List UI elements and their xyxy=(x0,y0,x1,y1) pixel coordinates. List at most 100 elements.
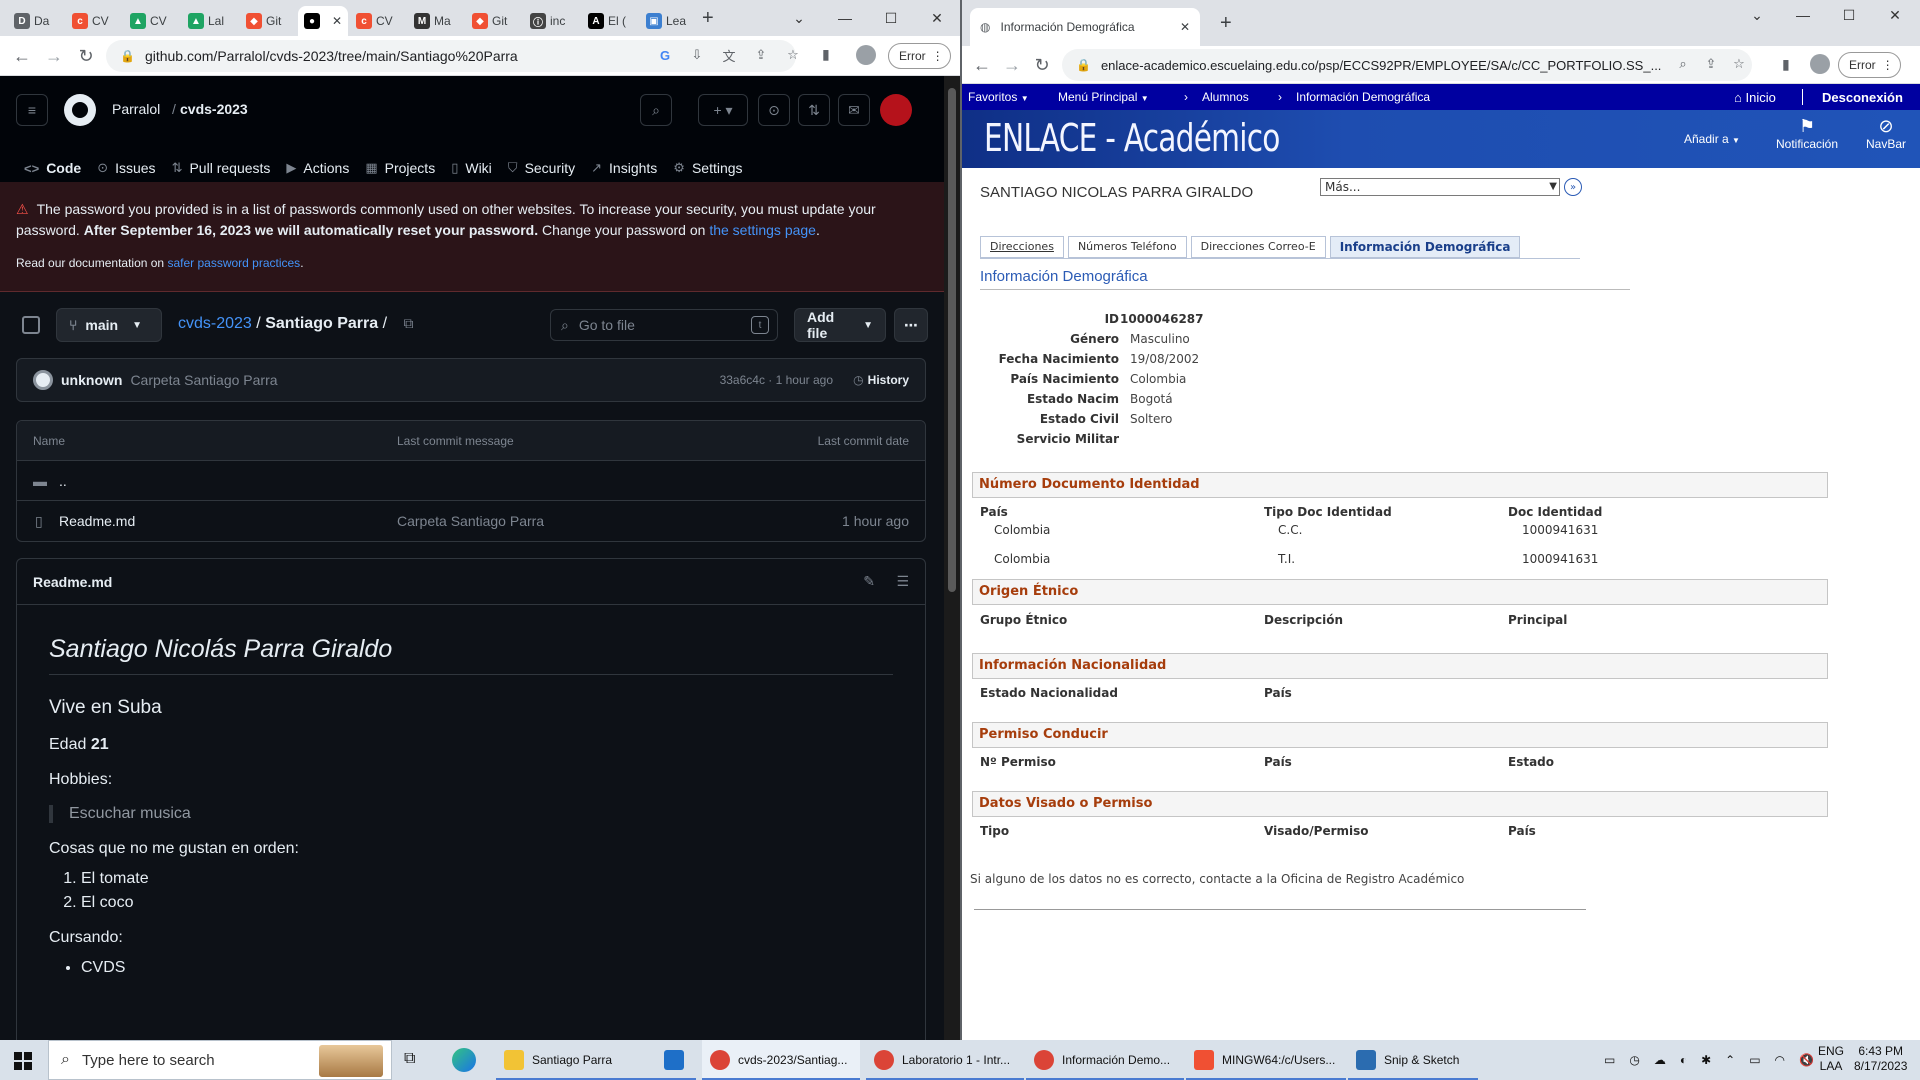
copy-path-icon[interactable]: ⧉ xyxy=(403,315,413,331)
profile-icon[interactable] xyxy=(1810,54,1830,74)
add-file-button[interactable]: Add file ▼ xyxy=(794,308,886,342)
table-row[interactable]: ▯ Readme.md Carpeta Santiago Parra 1 hou… xyxy=(17,501,925,541)
table-row[interactable]: ▬ .. xyxy=(17,461,925,501)
history-button[interactable]: ◷ History xyxy=(853,373,909,387)
browser-tab[interactable]: M Ma xyxy=(408,6,464,36)
tab-search-chevron-icon[interactable]: ⌄ xyxy=(1734,7,1780,24)
hidden-icons-chevron-icon[interactable]: ⌃ xyxy=(1725,1053,1735,1067)
share-icon[interactable]: ⇪ xyxy=(750,44,772,66)
side-panel-icon[interactable]: ▮ xyxy=(822,46,830,63)
translate-icon[interactable]: 文 xyxy=(718,44,740,66)
safer-password-link[interactable]: safer password practices xyxy=(167,256,300,270)
error-menu-button[interactable]: Error ⋮ xyxy=(1838,52,1901,78)
search-icon[interactable]: ⌕ xyxy=(1672,53,1694,75)
repo-name-link[interactable]: cvds-2023 xyxy=(180,101,248,117)
taskbar-chrome-enlace[interactable]: Información Demo... xyxy=(1026,1040,1184,1080)
share-icon[interactable]: ⇪ xyxy=(1700,53,1722,75)
google-icon[interactable]: G xyxy=(654,44,676,66)
browser-tab[interactable]: ▣ Lea xyxy=(640,6,696,36)
commit-sha-time[interactable]: 33a6c4c · 1 hour ago xyxy=(720,373,833,387)
tab-informacion-demografica[interactable]: Información Demográfica xyxy=(1329,236,1521,258)
page-scrollbar[interactable] xyxy=(944,76,960,1040)
tab-search-chevron-icon[interactable]: ⌄ xyxy=(776,10,822,27)
input-language[interactable]: ENG LAA xyxy=(1818,1044,1844,1074)
bookmark-star-icon[interactable]: ☆ xyxy=(782,44,804,66)
more-options-button[interactable]: ⋯ xyxy=(894,308,928,342)
settings-page-link[interactable]: the settings page xyxy=(709,222,816,238)
favoritos-menu[interactable]: Favoritos ▼ xyxy=(968,90,1029,104)
clock[interactable]: 6:43 PM 8/17/2023 xyxy=(1854,1044,1907,1074)
browser-tab[interactable]: ◆ Git xyxy=(240,6,296,36)
volume-muted-icon[interactable]: 🔇 xyxy=(1799,1053,1814,1067)
browser-tab[interactable]: ▲ Lal xyxy=(182,6,238,36)
task-view-icon[interactable]: ⧉ xyxy=(404,1050,415,1068)
close-window-icon[interactable]: ✕ xyxy=(914,10,960,27)
side-panel-icon[interactable]: ▮ xyxy=(1782,56,1790,73)
close-window-icon[interactable]: ✕ xyxy=(1872,7,1918,24)
install-icon[interactable]: ⇩ xyxy=(686,44,708,66)
sidebar-toggle-icon[interactable] xyxy=(22,316,40,334)
edge-icon[interactable] xyxy=(452,1048,476,1072)
issues-icon[interactable]: ⊙ xyxy=(758,94,790,126)
back-arrow-icon[interactable]: ← xyxy=(970,53,994,77)
menu-principal-menu[interactable]: Menú Principal ▼ xyxy=(1058,90,1149,104)
desconexion-link[interactable]: Desconexión xyxy=(1822,90,1903,105)
browser-tab[interactable]: ◆ Git xyxy=(466,6,522,36)
back-arrow-icon[interactable]: ← xyxy=(10,44,34,68)
commit-author[interactable]: unknown xyxy=(61,372,122,388)
avatar[interactable] xyxy=(33,370,53,390)
browser-tab[interactable]: D Da xyxy=(8,6,64,36)
bookmark-star-icon[interactable]: ☆ xyxy=(1728,53,1750,75)
new-tab-icon[interactable]: + xyxy=(1220,12,1232,35)
browser-tab[interactable]: ▲ CV xyxy=(124,6,180,36)
maximize-icon[interactable]: ☐ xyxy=(868,10,914,27)
cloud-icon[interactable]: ☁ xyxy=(1654,1053,1666,1067)
taskbar-chrome-cvds[interactable]: cvds-2023/Santiag... xyxy=(702,1040,860,1080)
notificacion-button[interactable]: ⚑ Notificación xyxy=(1776,116,1838,151)
tab-direcciones-correo[interactable]: Direcciones Correo-E xyxy=(1190,236,1326,258)
mas-dropdown[interactable]: Más... ▼ xyxy=(1320,178,1560,196)
minimize-icon[interactable]: — xyxy=(1780,7,1826,23)
sync-icon[interactable]: ◐ xyxy=(1680,1053,1687,1067)
navbar-button[interactable]: ⊘ NavBar xyxy=(1866,116,1906,151)
network-status-icon[interactable]: ◷ xyxy=(1629,1053,1639,1067)
scrollbar-thumb[interactable] xyxy=(948,88,956,592)
create-new-plus-icon[interactable]: + ▾ xyxy=(698,94,748,126)
reload-icon[interactable]: ↻ xyxy=(1030,53,1054,77)
github-logo-icon[interactable] xyxy=(64,94,96,126)
taskbar-mail[interactable] xyxy=(656,1040,698,1080)
error-menu-button[interactable]: Error ⋮ xyxy=(888,43,951,69)
anadir-a-menu[interactable]: Añadir a ▼ xyxy=(1684,132,1740,146)
tab-numeros-telefono[interactable]: Números Teléfono xyxy=(1067,236,1187,258)
commit-message[interactable]: Carpeta Santiago Parra xyxy=(130,372,277,388)
parent-directory-link[interactable]: .. xyxy=(59,473,67,489)
minimize-icon[interactable]: — xyxy=(822,10,868,26)
display-icon[interactable]: ▭ xyxy=(1749,1053,1760,1067)
windows-start-icon[interactable] xyxy=(14,1052,32,1070)
url-field[interactable]: 🔒 enlace-academico.escuelaing.edu.co/psp… xyxy=(1062,49,1752,81)
forward-arrow-icon[interactable]: → xyxy=(1000,53,1024,77)
browser-tab[interactable]: A El ( xyxy=(582,6,638,36)
avatar[interactable] xyxy=(880,94,912,126)
hamburger-menu-icon[interactable]: ≡ xyxy=(16,94,48,126)
browser-tab[interactable]: c CV xyxy=(66,6,122,36)
file-commit-message[interactable]: Carpeta Santiago Parra xyxy=(397,513,544,529)
browser-tab[interactable]: ⓘ inc xyxy=(524,6,580,36)
informacion-demografica-link[interactable]: Información Demográfica xyxy=(1296,90,1430,104)
go-arrow-icon[interactable]: » xyxy=(1564,178,1582,196)
tablet-mode-icon[interactable]: ▭ xyxy=(1604,1053,1615,1067)
file-name-link[interactable]: Readme.md xyxy=(59,513,135,529)
close-tab-icon[interactable]: ✕ xyxy=(1180,20,1190,34)
branch-selector-button[interactable]: ⑂ main ▼ xyxy=(56,308,162,342)
browser-tab[interactable]: ● ✕ xyxy=(298,6,348,36)
taskbar-chrome-lab[interactable]: Laboratorio 1 - Intr... xyxy=(866,1040,1024,1080)
inicio-link[interactable]: ⌂ Inicio xyxy=(1734,90,1776,105)
search-icon[interactable]: ⌕ xyxy=(640,94,672,126)
taskbar-git-bash[interactable]: MINGW64:/c/Users... xyxy=(1186,1040,1346,1080)
inbox-icon[interactable]: ✉ xyxy=(838,94,870,126)
breadcrumb-repo-link[interactable]: cvds-2023 xyxy=(178,315,252,332)
wifi-icon[interactable]: ◠ xyxy=(1775,1053,1785,1067)
profile-icon[interactable] xyxy=(856,45,876,65)
close-tab-icon[interactable]: ✕ xyxy=(332,14,342,28)
bluetooth-icon[interactable]: ✱ xyxy=(1701,1053,1711,1067)
